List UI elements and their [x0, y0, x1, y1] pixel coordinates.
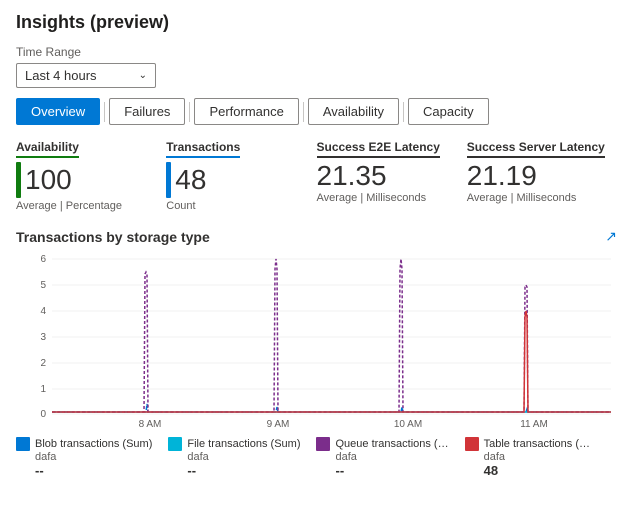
chart-svg: 6 5 4 3 2 1 0 8 AM 9 AM 10 AM 11 AM: [16, 249, 617, 429]
tab-performance[interactable]: Performance: [194, 98, 298, 125]
legend-file: File transactions (Sum) dafa --: [168, 437, 300, 478]
tab-separator-2: [189, 102, 190, 122]
metric-e2e-latency: Success E2E Latency 21.35 Average | Mill…: [317, 139, 467, 204]
legend-file-label: File transactions (Sum): [187, 438, 300, 450]
metric-e2e-latency-sub: Average | Milliseconds: [317, 192, 455, 204]
metric-availability-sub: Average | Percentage: [16, 200, 154, 212]
legend-queue-label: Queue transactions (…: [335, 438, 448, 450]
tab-bar: Overview Failures Performance Availabili…: [16, 98, 617, 125]
metric-availability-bar: [16, 162, 21, 198]
svg-text:4: 4: [40, 306, 46, 317]
svg-text:6: 6: [40, 254, 46, 265]
svg-text:2: 2: [40, 358, 46, 369]
legend-blob-color: [16, 437, 30, 451]
legend-table-sub: dafa: [484, 451, 595, 463]
legend-blob-value: --: [35, 463, 152, 478]
blob-line: [52, 404, 611, 412]
chart-header: Transactions by storage type ↗: [16, 228, 617, 245]
svg-text:10 AM: 10 AM: [394, 419, 422, 429]
chart-title: Transactions by storage type: [16, 229, 210, 245]
chevron-down-icon: ⌄: [139, 70, 147, 81]
legend-file-sub: dafa: [187, 451, 300, 463]
metric-server-latency-sub: Average | Milliseconds: [467, 192, 605, 204]
metric-transactions-value: 48: [175, 166, 206, 194]
legend-file-color: [168, 437, 182, 451]
tab-capacity[interactable]: Capacity: [408, 98, 489, 125]
tab-separator-1: [104, 102, 105, 122]
svg-text:5: 5: [40, 280, 46, 291]
metric-transactions: Transactions 48 Count: [166, 139, 316, 212]
tab-overview[interactable]: Overview: [16, 98, 100, 125]
metric-availability-value: 100: [25, 166, 72, 194]
metric-server-latency: Success Server Latency 21.19 Average | M…: [467, 139, 617, 204]
metrics-row: Availability 100 Average | Percentage Tr…: [16, 139, 617, 212]
metric-server-latency-value: 21.19: [467, 162, 537, 190]
metric-e2e-latency-title: Success E2E Latency: [317, 140, 440, 158]
legend-file-value: --: [187, 463, 300, 478]
svg-text:0: 0: [40, 409, 46, 420]
legend-table: Table transactions (… dafa 48: [465, 437, 595, 478]
metric-transactions-bar: [166, 162, 171, 198]
legend-queue-sub: dafa: [335, 451, 448, 463]
legend-queue-color: [316, 437, 330, 451]
time-range-value: Last 4 hours: [25, 68, 97, 83]
time-range-label: Time Range: [16, 45, 617, 59]
metric-availability-title: Availability: [16, 140, 79, 158]
expand-icon[interactable]: ↗: [605, 228, 617, 245]
legend-blob-label: Blob transactions (Sum): [35, 438, 152, 450]
legend-queue-value: --: [335, 463, 448, 478]
metric-e2e-latency-value: 21.35: [317, 162, 387, 190]
table-line: [52, 311, 611, 412]
metric-transactions-sub: Count: [166, 200, 304, 212]
legend-table-color: [465, 437, 479, 451]
tab-separator-4: [403, 102, 404, 122]
tab-availability[interactable]: Availability: [308, 98, 399, 125]
legend-table-label: Table transactions (…: [484, 438, 590, 450]
tab-failures[interactable]: Failures: [109, 98, 185, 125]
metric-availability: Availability 100 Average | Percentage: [16, 139, 166, 212]
tab-separator-3: [303, 102, 304, 122]
legend-blob: Blob transactions (Sum) dafa --: [16, 437, 152, 478]
page-title: Insights (preview): [16, 12, 617, 33]
svg-text:11 AM: 11 AM: [520, 419, 548, 429]
metric-server-latency-title: Success Server Latency: [467, 140, 605, 158]
transactions-chart: 6 5 4 3 2 1 0 8 AM 9 AM 10 AM 11 AM: [16, 249, 617, 429]
metric-transactions-title: Transactions: [166, 140, 240, 158]
legend-blob-sub: dafa: [35, 451, 152, 463]
time-range-dropdown[interactable]: Last 4 hours ⌄: [16, 63, 156, 88]
legend-table-value: 48: [484, 463, 595, 478]
svg-text:9 AM: 9 AM: [267, 419, 290, 429]
svg-text:8 AM: 8 AM: [139, 419, 162, 429]
legend-queue: Queue transactions (… dafa --: [316, 437, 448, 478]
svg-text:3: 3: [40, 332, 46, 343]
svg-text:1: 1: [40, 384, 46, 395]
chart-legend: Blob transactions (Sum) dafa -- File tra…: [16, 437, 617, 482]
